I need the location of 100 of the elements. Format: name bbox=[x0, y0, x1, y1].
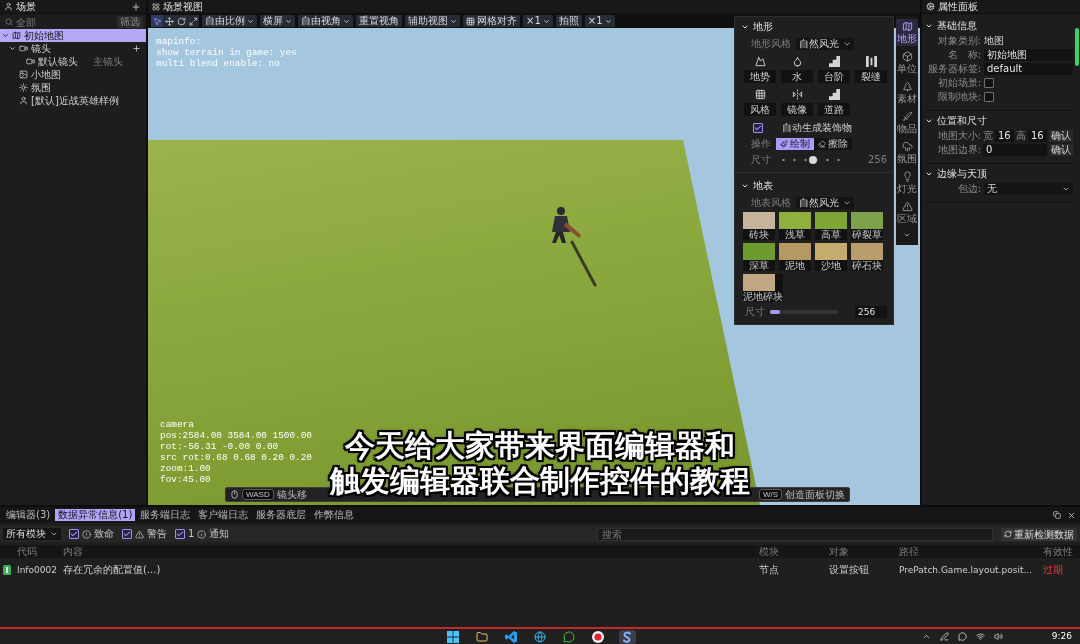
mode-button[interactable]: 绘制 bbox=[776, 137, 814, 150]
terrain-tool-button[interactable]: 道路 bbox=[818, 88, 850, 116]
side-tab[interactable]: 区域 bbox=[896, 199, 918, 226]
checkbox[interactable] bbox=[175, 529, 185, 539]
recheck-button[interactable]: 重新检测数据 bbox=[1001, 527, 1077, 541]
gear-icon bbox=[926, 2, 935, 11]
toolbar-button[interactable]: 自由视角 bbox=[298, 15, 353, 27]
checkmark-icon bbox=[70, 530, 78, 538]
number-field[interactable]: 16 bbox=[995, 129, 1014, 142]
texture-tile[interactable]: 碎裂草 bbox=[851, 212, 883, 240]
terrain-tool-button[interactable]: 风格 bbox=[744, 88, 776, 116]
taskbar-app[interactable] bbox=[560, 629, 578, 644]
slider-track[interactable] bbox=[770, 309, 838, 314]
section-header[interactable]: 基础信息 bbox=[925, 19, 1073, 33]
toolbar-button[interactable]: 重置视角 bbox=[356, 15, 402, 27]
section-header[interactable]: 位置和尺寸 bbox=[925, 114, 1073, 128]
side-tab[interactable]: 灯光 bbox=[896, 169, 918, 196]
texture-tile[interactable]: 泥地 bbox=[779, 243, 811, 271]
side-tab[interactable]: 单位 bbox=[896, 49, 918, 76]
mode-button[interactable]: 擦除 bbox=[814, 137, 852, 150]
column-header: 对象 bbox=[829, 545, 850, 558]
tree-item[interactable]: 初始地图 bbox=[0, 29, 146, 42]
tool-button[interactable] bbox=[151, 15, 163, 27]
number-field[interactable]: 16 bbox=[1028, 129, 1047, 142]
tab[interactable]: 服务器底层 bbox=[253, 509, 310, 521]
table-cell-text: 存在冗余的配置值(...) bbox=[63, 563, 162, 576]
search-field[interactable]: 全部 bbox=[3, 16, 114, 28]
tree-item[interactable]: [默认]近战英雄样例 bbox=[0, 94, 146, 107]
key-cap: W/S bbox=[758, 489, 782, 500]
table-cell-text: 过期 bbox=[1043, 563, 1064, 576]
terrain-tool-button[interactable]: 地势 bbox=[744, 55, 776, 83]
checkbox[interactable] bbox=[984, 77, 994, 88]
field-label: 高 bbox=[1016, 129, 1026, 142]
side-tab[interactable]: 地形 bbox=[896, 19, 918, 46]
rain-cloud-icon bbox=[901, 141, 913, 152]
number-field[interactable]: 256 bbox=[855, 305, 887, 318]
toolbar-button[interactable]: 网格对齐 bbox=[463, 15, 520, 27]
field-label: 地形风格 bbox=[751, 37, 791, 50]
tab[interactable]: 编辑器(3) bbox=[3, 509, 54, 521]
taskbar-app[interactable] bbox=[502, 629, 520, 644]
texture-tile[interactable]: 深草 bbox=[743, 243, 775, 271]
terrain-tool-button[interactable]: 镜像 bbox=[781, 88, 813, 116]
section-header[interactable]: 地形 bbox=[741, 20, 887, 34]
taskbar-app[interactable] bbox=[589, 629, 607, 644]
tree-item[interactable]: 默认镜头 主镜头 bbox=[0, 55, 146, 68]
tool-button[interactable] bbox=[175, 15, 187, 27]
texture-tile[interactable]: 沙地 bbox=[815, 243, 847, 271]
toolbar-button[interactable]: 拍照 bbox=[555, 15, 582, 27]
toolbar-button[interactable]: ×1 bbox=[584, 15, 615, 27]
tool-button[interactable] bbox=[163, 15, 175, 27]
texture-tile[interactable]: 高草 bbox=[815, 212, 847, 240]
taskbar-app[interactable] bbox=[618, 629, 636, 644]
tree-item[interactable]: 氛围 bbox=[0, 81, 146, 94]
module-dropdown[interactable]: 所有模块 bbox=[3, 528, 61, 540]
tree-item[interactable]: 小地图 bbox=[0, 68, 146, 81]
texture-tile[interactable]: 浅草 bbox=[779, 212, 811, 240]
terrain-tool-button[interactable]: 裂缝 bbox=[855, 55, 887, 83]
style-dropdown[interactable]: 自然风光 bbox=[796, 196, 854, 209]
field-label: 地图大小: bbox=[936, 129, 981, 142]
number-field[interactable]: 0 bbox=[983, 143, 1047, 156]
style-dropdown[interactable]: 自然风光 bbox=[796, 37, 854, 50]
toolbar-button[interactable]: 辅助视图 bbox=[405, 15, 460, 27]
tool-button[interactable] bbox=[187, 15, 199, 27]
side-tab[interactable]: 氛围 bbox=[896, 139, 918, 166]
texture-tile[interactable]: 泥地碎块 bbox=[743, 274, 783, 302]
section-header[interactable]: 地表 bbox=[741, 179, 887, 193]
confirm-button[interactable]: 确认 bbox=[1049, 143, 1073, 156]
slider-thumb[interactable] bbox=[809, 155, 818, 164]
terrain-tool-button[interactable]: 台阶 bbox=[818, 55, 850, 83]
filter-button[interactable]: 筛选 bbox=[117, 16, 143, 28]
checkbox[interactable] bbox=[122, 529, 132, 539]
toolbar-button[interactable]: 横屏 bbox=[260, 15, 295, 27]
restore-button[interactable] bbox=[1051, 509, 1063, 521]
side-tab[interactable]: 素材 bbox=[896, 79, 918, 106]
checkbox[interactable] bbox=[984, 91, 994, 102]
texture-tile[interactable]: 碎石块 bbox=[851, 243, 883, 271]
column-header: 模块 bbox=[759, 545, 780, 558]
tab[interactable]: 作弊信息 bbox=[311, 509, 358, 521]
tab[interactable]: 服务端日志 bbox=[137, 509, 194, 521]
taskbar-app[interactable] bbox=[444, 629, 462, 644]
toolbar-button[interactable]: 自由比例 bbox=[202, 15, 257, 27]
scrollbar-thumb[interactable] bbox=[1075, 28, 1079, 66]
sun-icon bbox=[19, 83, 28, 92]
select-dropdown[interactable]: 无 bbox=[984, 182, 1073, 195]
terrain-tool-button[interactable]: 水 bbox=[781, 55, 813, 83]
toolbar-button[interactable]: ×1 bbox=[523, 15, 553, 27]
checkbox[interactable] bbox=[753, 122, 763, 133]
side-tab[interactable]: 物品 bbox=[896, 109, 918, 136]
section-header[interactable]: 边缘与天顶 bbox=[925, 167, 1073, 181]
text-field[interactable]: default bbox=[984, 62, 1073, 75]
add-button[interactable] bbox=[130, 42, 142, 55]
refresh-icon bbox=[1004, 530, 1012, 538]
text-field[interactable]: 初始地图 bbox=[984, 48, 1073, 61]
tree-item[interactable]: 镜头 bbox=[0, 42, 146, 55]
confirm-button[interactable]: 确认 bbox=[1049, 129, 1073, 142]
search-field[interactable]: 搜索 bbox=[597, 527, 993, 541]
checkbox[interactable] bbox=[69, 529, 79, 539]
texture-tile[interactable]: 砖块 bbox=[743, 212, 775, 240]
tab[interactable]: 客户端日志 bbox=[195, 509, 252, 521]
tab[interactable]: 数据异常信息(1) bbox=[55, 509, 136, 521]
